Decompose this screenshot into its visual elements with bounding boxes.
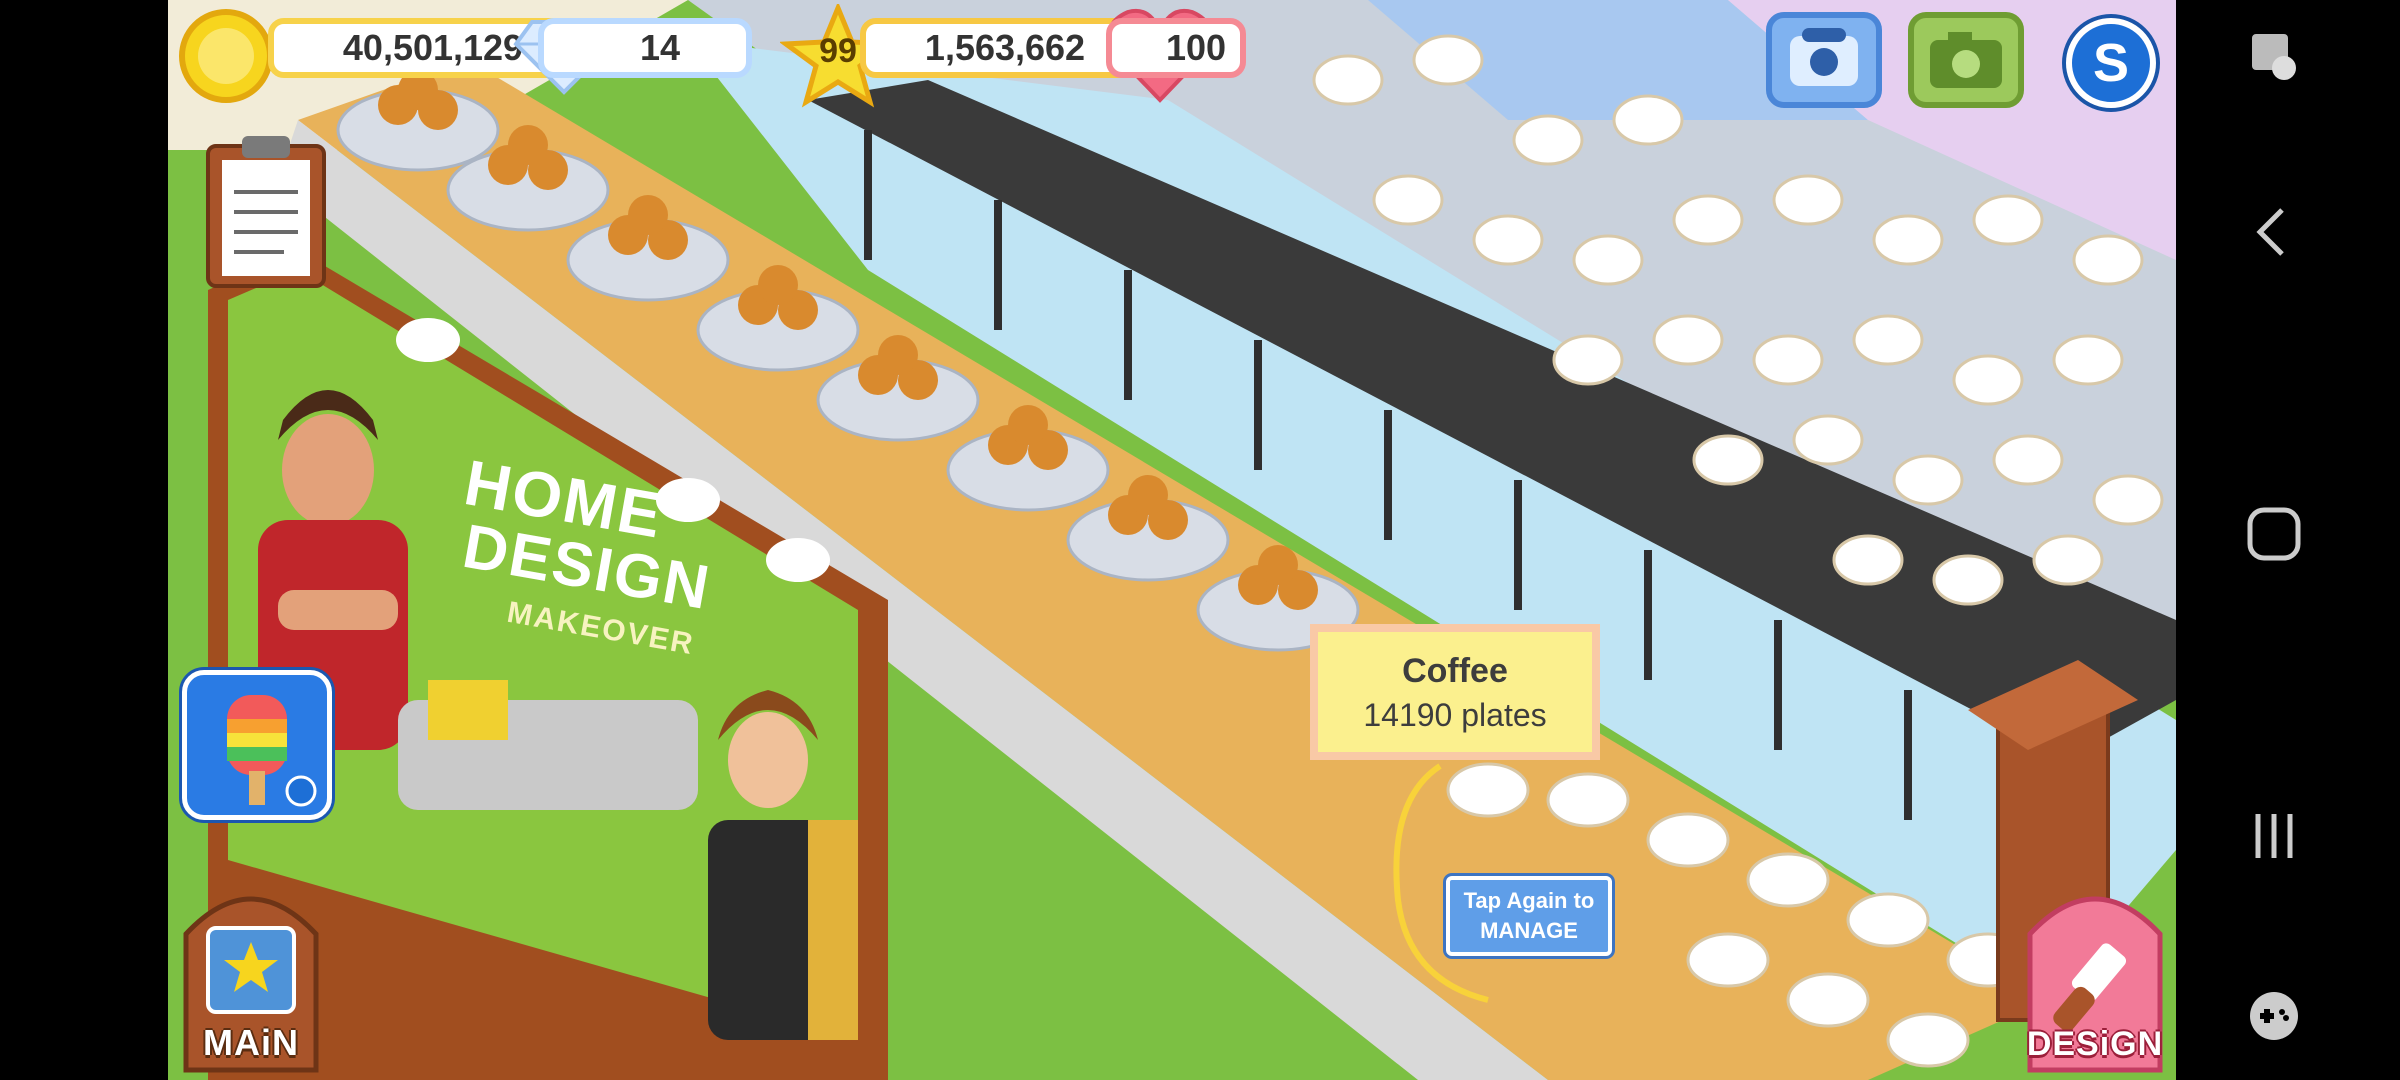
design-label: DESiGN <box>2026 1025 2164 1063</box>
game-viewport[interactable]: HOME DESIGN MAKEOVER 40,501,129 14 99 1,… <box>168 0 2176 1080</box>
coins-value: 40,501,129 <box>342 27 524 68</box>
manage-button[interactable]: Tap Again to MANAGE <box>1446 876 1612 956</box>
phone-icon <box>1790 28 1858 86</box>
manage-line2: MANAGE <box>1480 918 1578 943</box>
main-menu-button[interactable]: MAiN <box>176 874 326 1074</box>
promo-game-icon[interactable] <box>182 670 332 820</box>
camera-button[interactable] <box>1908 12 2024 108</box>
coin-icon <box>179 9 273 103</box>
recents-icon[interactable] <box>2244 806 2304 866</box>
gems-value: 14 <box>639 27 681 68</box>
s-badge-button[interactable]: S <box>2066 18 2156 108</box>
clipboard-icon[interactable] <box>204 132 328 290</box>
tooltip-title: Coffee <box>1402 652 1508 690</box>
home-icon[interactable] <box>2244 504 2304 564</box>
xp-value: 1,563,662 <box>924 27 1086 68</box>
gems-counter[interactable]: 14 <box>538 18 752 78</box>
game-controller-icon[interactable] <box>2244 986 2304 1046</box>
camera-icon <box>1930 32 2002 88</box>
item-tooltip: Coffee 14190 plates <box>1310 624 1600 760</box>
main-label: MAiN <box>203 1022 299 1063</box>
accessibility-icon[interactable] <box>2244 28 2304 88</box>
hearts-value: 100 <box>1165 27 1227 68</box>
design-button[interactable]: DESiGN <box>2020 874 2170 1074</box>
popsicle-icon <box>227 695 317 807</box>
tooltip-subtitle: 14190 plates <box>1363 697 1547 733</box>
android-nav-bar <box>2176 0 2400 1080</box>
hearts-counter[interactable]: 100 <box>1106 18 1246 78</box>
back-icon[interactable] <box>2244 202 2304 262</box>
phone-button[interactable] <box>1766 12 1882 108</box>
manage-line1: Tap Again to <box>1463 888 1595 913</box>
